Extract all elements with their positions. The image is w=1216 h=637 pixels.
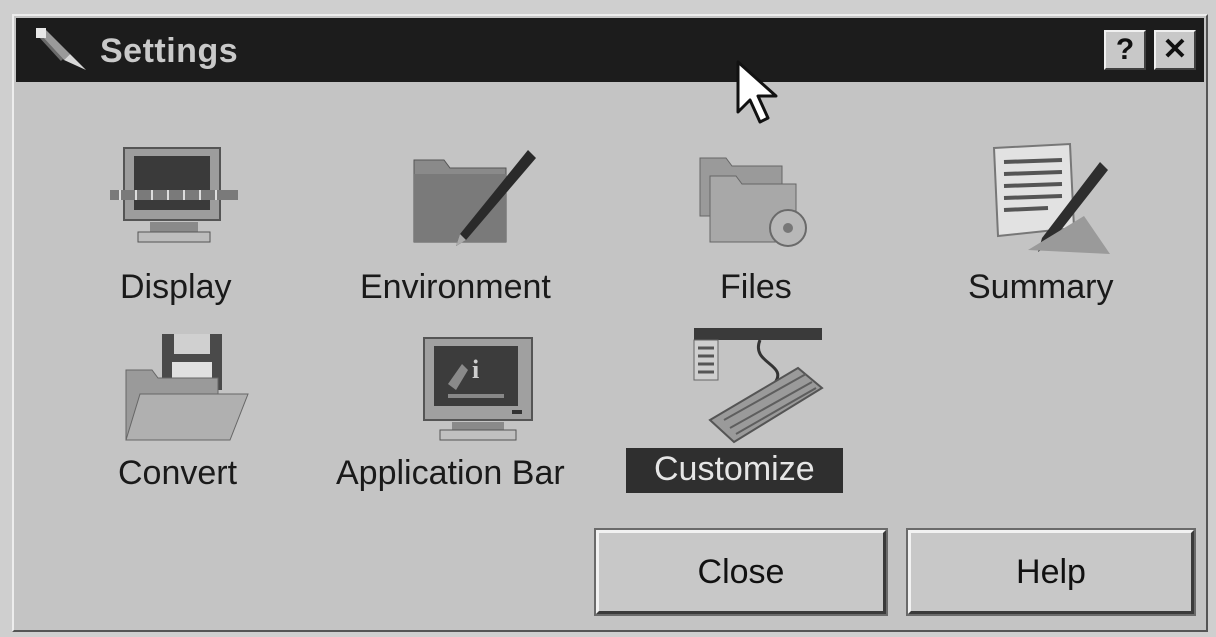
settings-app-icon <box>36 28 86 70</box>
summary-label: Summary <box>968 268 1114 306</box>
mouse-cursor-icon <box>736 60 778 124</box>
title-close-button[interactable]: ✕ <box>1154 30 1196 70</box>
title-bar[interactable]: Settings ? ✕ <box>16 18 1204 82</box>
keyboard-toolbar-icon <box>693 328 824 444</box>
window-title: Settings <box>100 32 239 70</box>
convert-label: Convert <box>118 454 238 492</box>
display-label: Display <box>120 268 232 306</box>
environment-label: Environment <box>360 268 551 306</box>
customize-label: Customize <box>626 448 843 493</box>
help-button[interactable]: Help <box>906 528 1196 616</box>
settings-dialog: Settings ? ✕ Display Environment Files S… <box>12 14 1208 632</box>
folders-disc-icon <box>699 157 807 247</box>
close-button[interactable]: Close <box>594 528 888 616</box>
document-pen-icon <box>992 142 1110 254</box>
title-help-button[interactable]: ? <box>1104 30 1146 70</box>
application-bar-label: Application Bar <box>336 454 565 492</box>
files-label: Files <box>720 268 792 306</box>
folder-pen-icon <box>413 150 536 246</box>
monitor-info-icon: i <box>423 337 533 441</box>
svg-text:i: i <box>472 355 479 384</box>
folder-floppy-icon <box>125 334 249 441</box>
monitor-icon <box>110 147 238 243</box>
